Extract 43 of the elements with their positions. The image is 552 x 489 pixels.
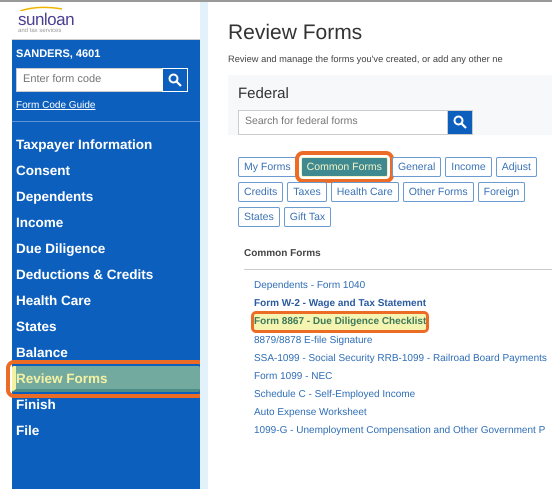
category-tab[interactable]: Income xyxy=(445,156,492,177)
sidebar-nav-item[interactable]: Taxpayer Information xyxy=(12,132,200,158)
section-title: Federal xyxy=(238,84,290,104)
sidebar-nav-item[interactable]: Due Diligence xyxy=(12,236,200,262)
federal-search-field[interactable]: Search for federal forms xyxy=(238,110,447,135)
form-link[interactable]: Dependents - Form 1040 xyxy=(254,278,366,296)
category-tab[interactable]: Other Forms xyxy=(402,182,474,202)
category-tab[interactable]: General xyxy=(392,156,442,177)
form-code-guide-link[interactable]: Form Code Guide xyxy=(12,92,100,120)
form-link[interactable]: Form W-2 - Wage and Tax Statement xyxy=(254,296,426,314)
category-tab[interactable]: Taxes xyxy=(287,182,327,202)
category-tab[interactable]: Credits xyxy=(238,182,284,202)
search-icon xyxy=(168,72,182,86)
page-title: Review Forms xyxy=(228,20,364,46)
sidebar-nav-item[interactable]: Income xyxy=(12,210,200,236)
sidebar-nav-item[interactable]: File xyxy=(12,418,200,444)
search-button[interactable] xyxy=(447,110,473,135)
form-link[interactable]: Form 8867 - Due Diligence Checklist xyxy=(254,314,426,330)
logo-wordmark: sunloan xyxy=(18,11,76,28)
form-link[interactable]: Schedule C - Self-Employed Income xyxy=(254,386,416,405)
sidebar-nav-item[interactable]: Deductions & Credits xyxy=(12,262,200,288)
list-heading: Common Forms xyxy=(244,232,552,270)
page-description: Review and manage the forms you've created, or add any other ne xyxy=(228,53,504,66)
form-link[interactable]: 8879/8878 E-file Signature xyxy=(254,332,372,351)
form-link[interactable]: Auto Expense Worksheet xyxy=(254,404,367,423)
category-tab[interactable]: Foreign xyxy=(478,182,526,202)
sidebar-nav-item[interactable]: Balance xyxy=(12,340,200,366)
category-tab[interactable]: States xyxy=(238,206,280,227)
category-tab[interactable]: My Forms xyxy=(238,156,297,177)
category-tab[interactable]: Gift Tax xyxy=(284,206,332,227)
client-name: SANDERS, 4601 xyxy=(15,47,102,62)
category-tab[interactable]: Health Care xyxy=(330,182,399,202)
sidebar-nav-item[interactable]: Consent xyxy=(12,158,200,184)
form-code-field[interactable]: Enter form code xyxy=(16,68,162,92)
form-link[interactable]: 1099-G - Unemployment Compensation and Other Government P xyxy=(254,422,546,441)
category-tab[interactable]: Adjust xyxy=(496,156,537,177)
sidebar-nav-item[interactable]: Dependents xyxy=(12,184,200,210)
form-link[interactable]: Form 1099 - NEC xyxy=(254,368,332,387)
sidebar-nav-item[interactable]: Finish xyxy=(12,392,200,418)
sidebar-nav-item[interactable]: Health Care xyxy=(12,288,200,314)
sidebar-nav-item[interactable]: States xyxy=(12,314,200,340)
form-link[interactable]: SSA-1099 - Social Security RRB-1099 - Railroad Board Payments xyxy=(254,350,547,369)
search-icon xyxy=(453,115,467,130)
